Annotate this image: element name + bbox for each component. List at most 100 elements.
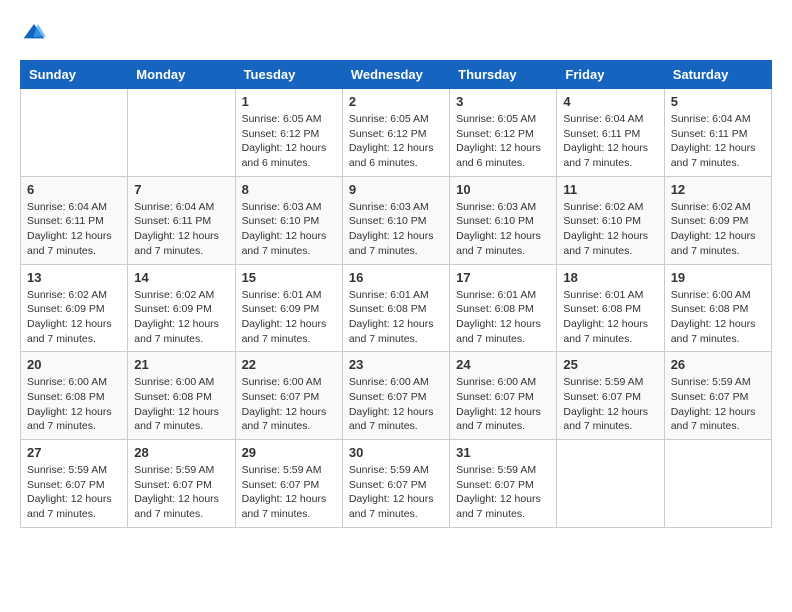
calendar-cell bbox=[557, 440, 664, 528]
calendar-week-row: 1 Sunrise: 6:05 AM Sunset: 6:12 PM Daylig… bbox=[21, 89, 772, 177]
day-of-week-header: Thursday bbox=[450, 61, 557, 89]
calendar-week-row: 6 Sunrise: 6:04 AM Sunset: 6:11 PM Daylig… bbox=[21, 176, 772, 264]
day-number: 13 bbox=[27, 270, 121, 285]
day-info: Sunrise: 6:00 AM Sunset: 6:07 PM Dayligh… bbox=[242, 375, 336, 434]
day-info: Sunrise: 5:59 AM Sunset: 6:07 PM Dayligh… bbox=[27, 463, 121, 522]
calendar-cell: 26 Sunrise: 5:59 AM Sunset: 6:07 PM Dayli… bbox=[664, 352, 771, 440]
calendar-cell: 29 Sunrise: 5:59 AM Sunset: 6:07 PM Dayli… bbox=[235, 440, 342, 528]
day-info: Sunrise: 6:03 AM Sunset: 6:10 PM Dayligh… bbox=[349, 200, 443, 259]
day-of-week-header: Sunday bbox=[21, 61, 128, 89]
calendar-cell: 4 Sunrise: 6:04 AM Sunset: 6:11 PM Daylig… bbox=[557, 89, 664, 177]
calendar-cell: 5Sunrise: 6:04 AM Sunset: 6:11 PM Daylig… bbox=[664, 89, 771, 177]
calendar-cell: 8Sunrise: 6:03 AM Sunset: 6:10 PM Daylig… bbox=[235, 176, 342, 264]
calendar-cell: 19 Sunrise: 6:00 AM Sunset: 6:08 PM Dayli… bbox=[664, 264, 771, 352]
calendar-week-row: 13 Sunrise: 6:02 AM Sunset: 6:09 PM Dayli… bbox=[21, 264, 772, 352]
day-info: Sunrise: 6:00 AM Sunset: 6:08 PM Dayligh… bbox=[27, 375, 121, 434]
day-info: Sunrise: 6:00 AM Sunset: 6:07 PM Dayligh… bbox=[349, 375, 443, 434]
calendar-cell: 1 Sunrise: 6:05 AM Sunset: 6:12 PM Daylig… bbox=[235, 89, 342, 177]
calendar-cell: 12Sunrise: 6:02 AM Sunset: 6:09 PM Dayli… bbox=[664, 176, 771, 264]
day-of-week-header: Saturday bbox=[664, 61, 771, 89]
day-number: 17 bbox=[456, 270, 550, 285]
day-info: Sunrise: 6:05 AM Sunset: 6:12 PM Dayligh… bbox=[456, 112, 550, 171]
calendar-cell: 13 Sunrise: 6:02 AM Sunset: 6:09 PM Dayli… bbox=[21, 264, 128, 352]
calendar-cell: 10Sunrise: 6:03 AM Sunset: 6:10 PM Dayli… bbox=[450, 176, 557, 264]
day-number: 14 bbox=[134, 270, 228, 285]
day-info: Sunrise: 6:04 AM Sunset: 6:11 PM Dayligh… bbox=[134, 200, 228, 259]
calendar-cell: 6 Sunrise: 6:04 AM Sunset: 6:11 PM Daylig… bbox=[21, 176, 128, 264]
day-number: 27 bbox=[27, 445, 121, 460]
calendar-cell bbox=[21, 89, 128, 177]
day-of-week-header: Friday bbox=[557, 61, 664, 89]
calendar-cell: 20 Sunrise: 6:00 AM Sunset: 6:08 PM Dayli… bbox=[21, 352, 128, 440]
day-info: Sunrise: 6:00 AM Sunset: 6:08 PM Dayligh… bbox=[134, 375, 228, 434]
day-number: 20 bbox=[27, 357, 121, 372]
day-info: Sunrise: 5:59 AM Sunset: 6:07 PM Dayligh… bbox=[456, 463, 550, 522]
day-number: 3 bbox=[456, 94, 550, 109]
day-number: 10 bbox=[456, 182, 550, 197]
day-number: 18 bbox=[563, 270, 657, 285]
day-number: 6 bbox=[27, 182, 121, 197]
calendar-cell: 9 Sunrise: 6:03 AM Sunset: 6:10 PM Daylig… bbox=[342, 176, 449, 264]
day-info: Sunrise: 5:59 AM Sunset: 6:07 PM Dayligh… bbox=[349, 463, 443, 522]
day-info: Sunrise: 5:59 AM Sunset: 6:07 PM Dayligh… bbox=[563, 375, 657, 434]
day-info: Sunrise: 6:05 AM Sunset: 6:12 PM Dayligh… bbox=[242, 112, 336, 171]
day-info: Sunrise: 6:02 AM Sunset: 6:09 PM Dayligh… bbox=[134, 288, 228, 347]
day-info: Sunrise: 6:04 AM Sunset: 6:11 PM Dayligh… bbox=[563, 112, 657, 171]
calendar-cell: 11 Sunrise: 6:02 AM Sunset: 6:10 PM Dayli… bbox=[557, 176, 664, 264]
day-number: 28 bbox=[134, 445, 228, 460]
calendar-cell: 14 Sunrise: 6:02 AM Sunset: 6:09 PM Dayli… bbox=[128, 264, 235, 352]
day-number: 31 bbox=[456, 445, 550, 460]
day-info: Sunrise: 6:02 AM Sunset: 6:10 PM Dayligh… bbox=[563, 200, 657, 259]
calendar-cell: 15 Sunrise: 6:01 AM Sunset: 6:09 PM Dayli… bbox=[235, 264, 342, 352]
day-info: Sunrise: 6:00 AM Sunset: 6:08 PM Dayligh… bbox=[671, 288, 765, 347]
day-number: 12 bbox=[671, 182, 765, 197]
calendar-cell: 16Sunrise: 6:01 AM Sunset: 6:08 PM Dayli… bbox=[342, 264, 449, 352]
calendar-header-row: SundayMondayTuesdayWednesdayThursdayFrid… bbox=[21, 61, 772, 89]
day-number: 22 bbox=[242, 357, 336, 372]
day-number: 1 bbox=[242, 94, 336, 109]
day-number: 29 bbox=[242, 445, 336, 460]
calendar-cell: 21 Sunrise: 6:00 AM Sunset: 6:08 PM Dayli… bbox=[128, 352, 235, 440]
day-number: 4 bbox=[563, 94, 657, 109]
day-info: Sunrise: 5:59 AM Sunset: 6:07 PM Dayligh… bbox=[242, 463, 336, 522]
calendar-cell: 18 Sunrise: 6:01 AM Sunset: 6:08 PM Dayli… bbox=[557, 264, 664, 352]
day-number: 24 bbox=[456, 357, 550, 372]
day-number: 26 bbox=[671, 357, 765, 372]
calendar-cell: 3 Sunrise: 6:05 AM Sunset: 6:12 PM Daylig… bbox=[450, 89, 557, 177]
day-number: 19 bbox=[671, 270, 765, 285]
day-info: Sunrise: 5:59 AM Sunset: 6:07 PM Dayligh… bbox=[671, 375, 765, 434]
calendar-cell: 7 Sunrise: 6:04 AM Sunset: 6:11 PM Daylig… bbox=[128, 176, 235, 264]
day-number: 15 bbox=[242, 270, 336, 285]
day-number: 7 bbox=[134, 182, 228, 197]
calendar-cell: 17 Sunrise: 6:01 AM Sunset: 6:08 PM Dayli… bbox=[450, 264, 557, 352]
calendar-cell: 2Sunrise: 6:05 AM Sunset: 6:12 PM Daylig… bbox=[342, 89, 449, 177]
day-info: Sunrise: 5:59 AM Sunset: 6:07 PM Dayligh… bbox=[134, 463, 228, 522]
calendar-cell: 24 Sunrise: 6:00 AM Sunset: 6:07 PM Dayli… bbox=[450, 352, 557, 440]
day-info: Sunrise: 6:02 AM Sunset: 6:09 PM Dayligh… bbox=[27, 288, 121, 347]
day-of-week-header: Tuesday bbox=[235, 61, 342, 89]
day-info: Sunrise: 6:01 AM Sunset: 6:09 PM Dayligh… bbox=[242, 288, 336, 347]
calendar-cell: 30Sunrise: 5:59 AM Sunset: 6:07 PM Dayli… bbox=[342, 440, 449, 528]
calendar-table: SundayMondayTuesdayWednesdayThursdayFrid… bbox=[20, 60, 772, 528]
calendar-week-row: 27 Sunrise: 5:59 AM Sunset: 6:07 PM Dayli… bbox=[21, 440, 772, 528]
day-number: 9 bbox=[349, 182, 443, 197]
day-info: Sunrise: 6:01 AM Sunset: 6:08 PM Dayligh… bbox=[563, 288, 657, 347]
day-number: 11 bbox=[563, 182, 657, 197]
calendar-cell: 25 Sunrise: 5:59 AM Sunset: 6:07 PM Dayli… bbox=[557, 352, 664, 440]
day-info: Sunrise: 6:01 AM Sunset: 6:08 PM Dayligh… bbox=[349, 288, 443, 347]
calendar-cell: 23Sunrise: 6:00 AM Sunset: 6:07 PM Dayli… bbox=[342, 352, 449, 440]
day-number: 25 bbox=[563, 357, 657, 372]
page-header bbox=[20, 20, 772, 44]
day-info: Sunrise: 6:00 AM Sunset: 6:07 PM Dayligh… bbox=[456, 375, 550, 434]
calendar-cell bbox=[664, 440, 771, 528]
day-number: 2 bbox=[349, 94, 443, 109]
logo bbox=[20, 20, 46, 44]
day-info: Sunrise: 6:01 AM Sunset: 6:08 PM Dayligh… bbox=[456, 288, 550, 347]
day-info: Sunrise: 6:04 AM Sunset: 6:11 PM Dayligh… bbox=[27, 200, 121, 259]
calendar-cell: 28 Sunrise: 5:59 AM Sunset: 6:07 PM Dayli… bbox=[128, 440, 235, 528]
day-info: Sunrise: 6:03 AM Sunset: 6:10 PM Dayligh… bbox=[242, 200, 336, 259]
day-number: 21 bbox=[134, 357, 228, 372]
calendar-cell: 27 Sunrise: 5:59 AM Sunset: 6:07 PM Dayli… bbox=[21, 440, 128, 528]
logo-icon bbox=[22, 20, 46, 44]
calendar-cell bbox=[128, 89, 235, 177]
